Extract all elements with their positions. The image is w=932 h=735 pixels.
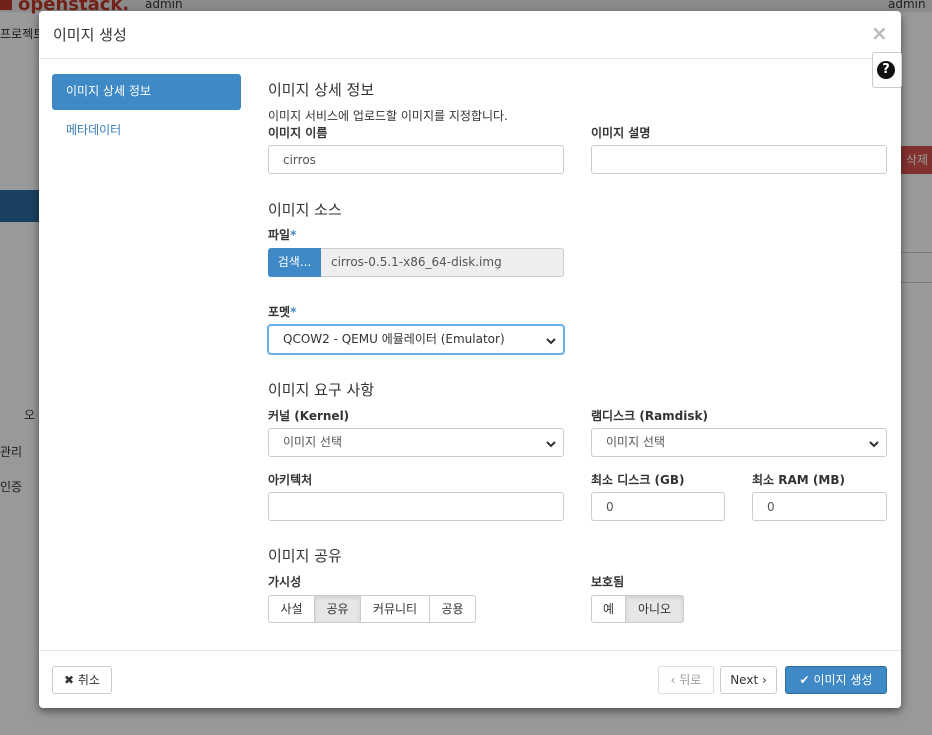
back-button[interactable]: ‹ 뒤로 [658,666,714,694]
visibility-label: 가시성 [268,575,302,589]
visibility-button-group: 사설 공유 커뮤니티 공용 [268,595,476,623]
chevron-down-icon [868,433,880,460]
min-disk-label: 최소 디스크 (GB) [591,473,685,487]
chevron-down-icon [545,433,557,460]
image-name-input[interactable] [268,145,564,174]
protected-yes-button[interactable]: 예 [591,595,626,623]
create-image-button[interactable]: ✔ 이미지 생성 [785,666,887,694]
file-name-display: cirros-0.5.1-x86_64-disk.img [321,248,564,277]
visibility-community-button[interactable]: 커뮤니티 [360,595,430,623]
file-label-text: 파일 [268,228,291,242]
modal-header: 이미지 생성 × [39,11,901,59]
browse-button[interactable]: 검색... [268,248,321,277]
protected-label: 보호됨 [591,575,625,589]
required-asterisk: * [290,305,297,319]
nav-image-details[interactable]: 이미지 상세 정보 [52,74,241,110]
create-image-button-label: 이미지 생성 [813,673,873,687]
kernel-select[interactable]: 이미지 선택 [268,428,564,457]
architecture-label: 아키텍처 [268,473,313,487]
format-select[interactable]: QCOW2 - QEMU 에뮬레이터 (Emulator) [268,325,564,354]
help-button[interactable]: ? [872,52,902,88]
question-circle-icon: ? [877,61,895,79]
file-label: 파일* [268,226,296,243]
check-icon: ✔ [799,673,810,687]
kernel-select-value: 이미지 선택 [283,435,343,449]
section-image-sharing: 이미지 공유 [268,547,342,565]
create-image-modal: 이미지 생성 × ? 이미지 상세 정보 메타데이터 이미지 상세 정보 이미지… [39,11,902,708]
min-disk-input[interactable] [591,492,725,521]
image-description-input[interactable] [591,145,887,174]
section-image-details: 이미지 상세 정보 [268,81,375,99]
protected-no-button[interactable]: 아니오 [625,595,684,623]
visibility-private-button[interactable]: 사설 [268,595,315,623]
min-ram-label: 최소 RAM (MB) [752,473,845,487]
next-button[interactable]: Next › [720,666,777,694]
section-image-requirements: 이미지 요구 사항 [268,381,375,399]
nav-metadata[interactable]: 메타데이터 [66,121,121,138]
required-asterisk: * [290,228,297,242]
min-ram-input[interactable] [752,492,887,521]
format-select-value: QCOW2 - QEMU 에뮬레이터 (Emulator) [283,332,505,346]
visibility-shared-button[interactable]: 공유 [314,595,361,623]
close-icon[interactable]: × [871,21,888,45]
architecture-input[interactable] [268,492,564,521]
image-name-label: 이미지 이름 [268,126,328,140]
modal-title: 이미지 생성 [53,26,127,44]
visibility-public-button[interactable]: 공용 [429,595,476,623]
ramdisk-select-value: 이미지 선택 [606,435,666,449]
image-description-label: 이미지 설명 [591,126,651,140]
section-image-source: 이미지 소스 [268,201,342,219]
protected-button-group: 예 아니오 [591,595,684,623]
modal-footer-divider [39,650,901,651]
ramdisk-select[interactable]: 이미지 선택 [591,428,887,457]
format-label: 포멧* [268,303,296,320]
chevron-down-icon [545,330,557,357]
help-text: 이미지 서비스에 업로드할 이미지를 지정합니다. [268,109,508,123]
close-icon: ✖ [64,673,75,687]
format-label-text: 포멧 [268,305,291,319]
ramdisk-label: 램디스크 (Ramdisk) [591,409,708,423]
kernel-label: 커널 (Kernel) [268,409,350,423]
cancel-button-label: 취소 [77,673,100,687]
cancel-button[interactable]: ✖ 취소 [52,666,112,694]
